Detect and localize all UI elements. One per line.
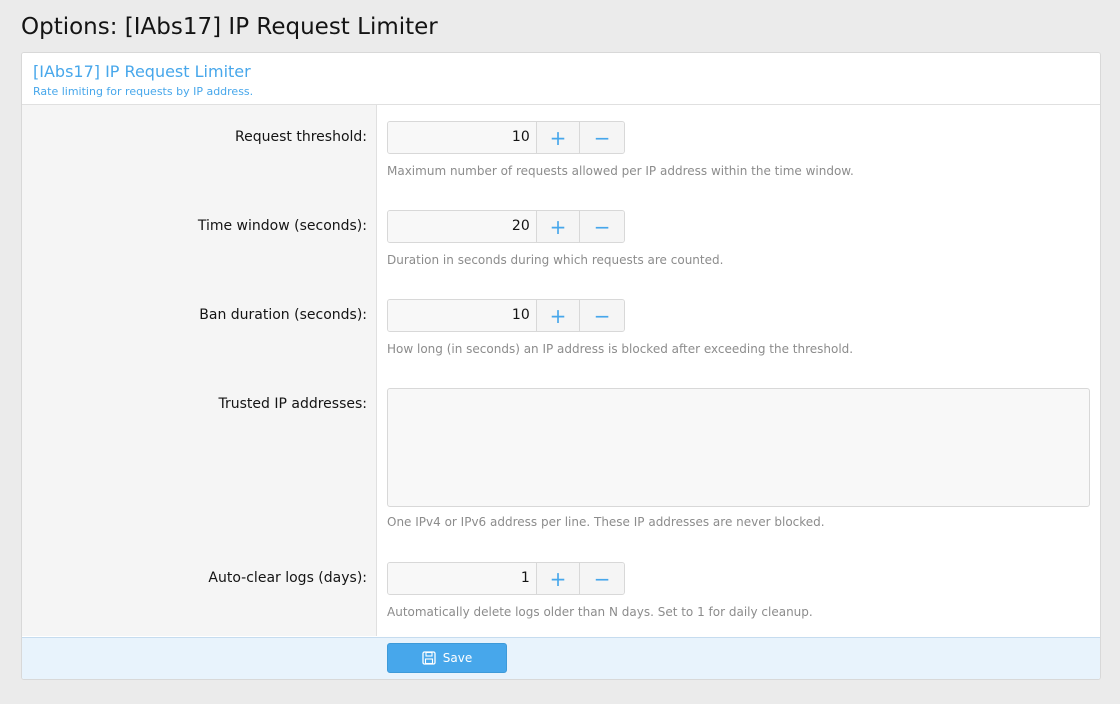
block-description: Rate limiting for requests by IP address… (33, 85, 254, 98)
request-threshold-label: Request threshold: (235, 129, 367, 145)
page-title: Options: [IAbs17] IP Request Limiter (21, 14, 438, 40)
options-block: [IAbs17] IP Request Limiter Rate limitin… (21, 52, 1101, 680)
form-footer: Save (22, 637, 1100, 679)
minus-icon: − (593, 125, 611, 150)
ban-duration-label: Ban duration (seconds): (199, 307, 367, 323)
trusted-ips-label: Trusted IP addresses: (218, 396, 367, 412)
auto-clear-logs-hint: Automatically delete logs older than N d… (387, 605, 813, 619)
ban-duration-hint: How long (in seconds) an IP address is b… (387, 342, 854, 356)
ban-duration-stepper: 10 + − (387, 299, 625, 332)
auto-clear-logs-stepper: 1 + − (387, 562, 625, 595)
request-threshold-stepper: 10 + − (387, 121, 625, 154)
auto-clear-logs-increment-button[interactable]: + (536, 563, 581, 594)
ban-duration-decrement-button[interactable]: − (580, 300, 624, 331)
time-window-increment-button[interactable]: + (536, 211, 581, 242)
trusted-ips-textarea[interactable] (387, 388, 1090, 507)
request-threshold-input[interactable]: 10 (388, 122, 537, 153)
save-button[interactable]: Save (387, 643, 507, 673)
request-threshold-increment-button[interactable]: + (536, 122, 581, 153)
floppy-disk-icon (422, 651, 436, 665)
auto-clear-logs-input[interactable]: 1 (388, 563, 537, 594)
request-threshold-decrement-button[interactable]: − (580, 122, 624, 153)
time-window-label: Time window (seconds): (197, 218, 367, 234)
auto-clear-logs-decrement-button[interactable]: − (580, 563, 624, 594)
plus-icon: + (549, 125, 567, 150)
time-window-hint: Duration in seconds during which request… (387, 253, 724, 267)
label-column (22, 105, 377, 636)
time-window-decrement-button[interactable]: − (580, 211, 624, 242)
block-title: [IAbs17] IP Request Limiter (33, 62, 251, 81)
ban-duration-input[interactable]: 10 (388, 300, 537, 331)
trusted-ips-hint: One IPv4 or IPv6 address per line. These… (387, 515, 825, 529)
time-window-stepper: 20 + − (387, 210, 625, 243)
auto-clear-logs-label: Auto-clear logs (days): (208, 570, 367, 586)
minus-icon: − (593, 566, 611, 591)
plus-icon: + (549, 214, 567, 239)
plus-icon: + (549, 566, 567, 591)
block-header: [IAbs17] IP Request Limiter Rate limitin… (22, 53, 1100, 105)
request-threshold-hint: Maximum number of requests allowed per I… (387, 164, 854, 178)
minus-icon: − (593, 214, 611, 239)
save-button-label: Save (442, 651, 473, 665)
form-body: Request threshold: 10 + − Maximum number… (22, 105, 1100, 636)
plus-icon: + (549, 303, 567, 328)
time-window-input[interactable]: 20 (388, 211, 537, 242)
minus-icon: − (593, 303, 611, 328)
ban-duration-increment-button[interactable]: + (536, 300, 581, 331)
